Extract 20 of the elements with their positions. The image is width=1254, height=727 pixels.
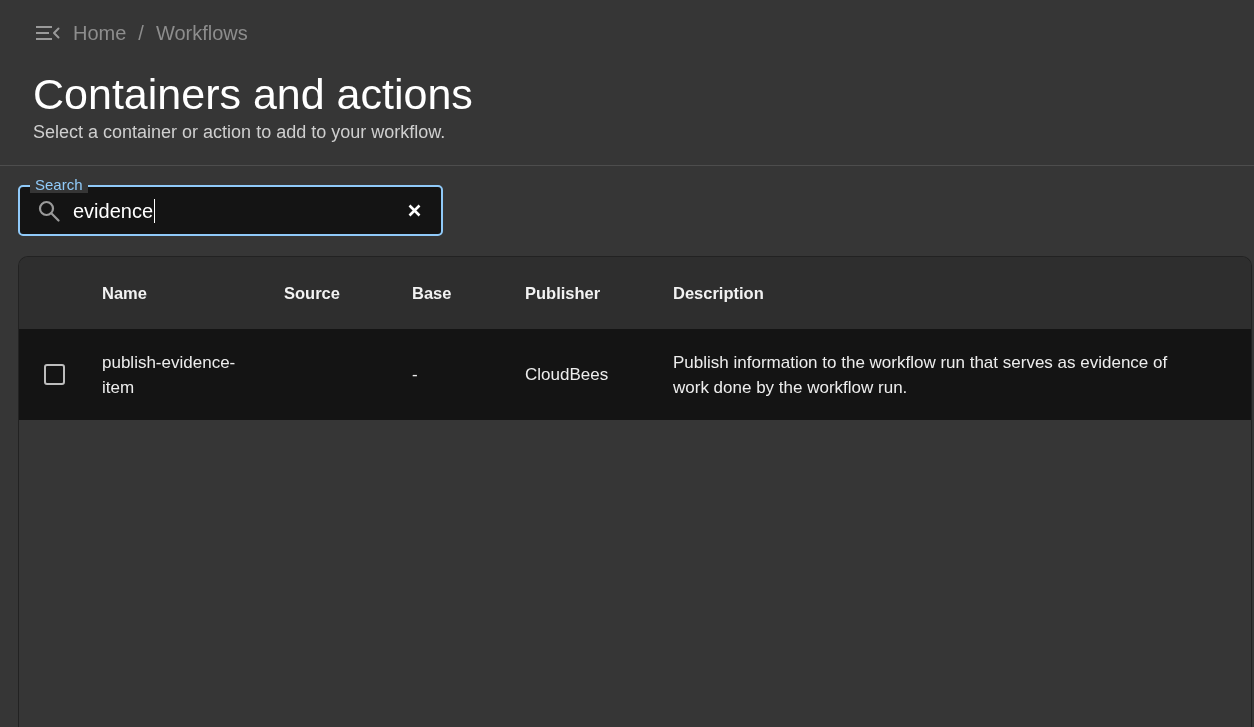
breadcrumb-link[interactable]: Home — [73, 21, 127, 45]
breadcrumb-separator: / — [138, 21, 144, 45]
table-cell-text: - — [412, 364, 418, 386]
breadcrumb-link[interactable]: Workflows — [155, 21, 248, 45]
column-header: Description — [673, 283, 764, 303]
row-checkbox[interactable] — [44, 364, 65, 385]
close-icon — [408, 204, 421, 217]
table-cell-text: Publish information to the workflow run that serves as evidence of work done by the workflow run. — [673, 351, 1169, 399]
table-cell-text: publish-evidence-item — [102, 351, 237, 399]
column-header: Source — [284, 283, 340, 303]
menu-icon[interactable] — [36, 26, 60, 40]
search-label: Search — [30, 177, 88, 193]
column-header: Publisher — [525, 283, 601, 303]
page-title: Containers and actions — [33, 70, 473, 118]
search-query: evidence — [73, 198, 156, 223]
page-subtitle: Select a container or action to add to your workflow. — [33, 122, 446, 142]
search-icon — [38, 199, 60, 222]
column-header: Base — [412, 283, 452, 303]
table-cell-text: CloudBees — [525, 364, 609, 386]
column-header: Name — [102, 283, 147, 303]
